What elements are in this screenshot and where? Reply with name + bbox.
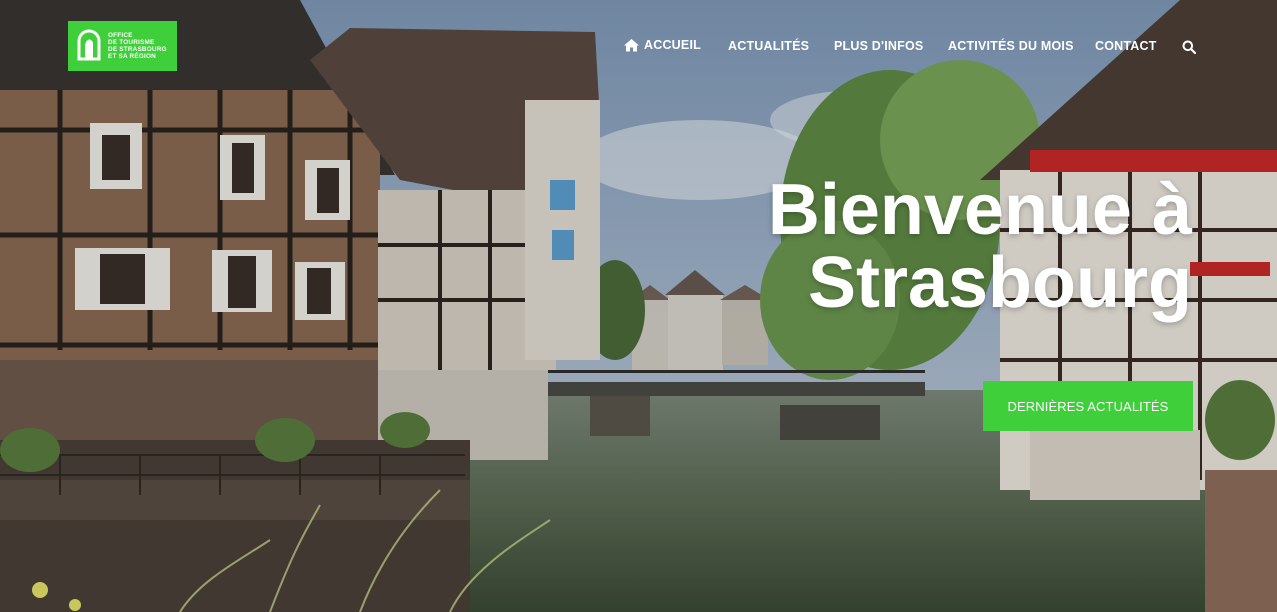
hero-title: Bienvenue à Strasbourg bbox=[768, 174, 1192, 320]
logo-icon bbox=[77, 29, 101, 61]
search-icon[interactable] bbox=[1182, 40, 1196, 54]
home-icon bbox=[624, 39, 639, 52]
hero-title-line1: Bienvenue à bbox=[767, 170, 1192, 250]
nav-item-plus-dinfos[interactable]: PLUS D'INFOS bbox=[834, 39, 923, 53]
nav-item-label: PLUS D'INFOS bbox=[834, 39, 924, 53]
nav-item-label: ACTIVITÉS DU MOIS bbox=[948, 39, 1074, 53]
nav-item-label: CONTACT bbox=[1095, 39, 1157, 53]
hero-section: OFFICE DE TOURISME DE STRASBOURG ET SA R… bbox=[0, 0, 1277, 612]
logo[interactable]: OFFICE DE TOURISME DE STRASBOURG ET SA R… bbox=[68, 21, 177, 71]
logo-text: OFFICE DE TOURISME DE STRASBOURG ET SA R… bbox=[108, 32, 168, 60]
nav-item-activites-du-mois[interactable]: ACTIVITÉS DU MOIS bbox=[948, 39, 1074, 53]
logo-line: ET SA RÉGION bbox=[108, 53, 156, 60]
nav-item-actualites[interactable]: ACTUALITÉS bbox=[728, 39, 809, 53]
hero-title-line2: Strasbourg bbox=[807, 243, 1192, 323]
latest-news-button[interactable]: DERNIÈRES ACTUALITÉS bbox=[983, 381, 1193, 431]
logo-line: DE TOURISME bbox=[108, 39, 155, 46]
logo-line: DE STRASBOURG bbox=[108, 46, 167, 53]
nav-item-label: ACTUALITÉS bbox=[728, 39, 810, 53]
nav-item-label: ACCUEIL bbox=[644, 38, 701, 52]
nav-item-accueil[interactable]: ACCUEIL bbox=[623, 38, 701, 52]
nav-item-contact[interactable]: CONTACT bbox=[1095, 39, 1157, 53]
logo-line: OFFICE bbox=[108, 32, 133, 39]
